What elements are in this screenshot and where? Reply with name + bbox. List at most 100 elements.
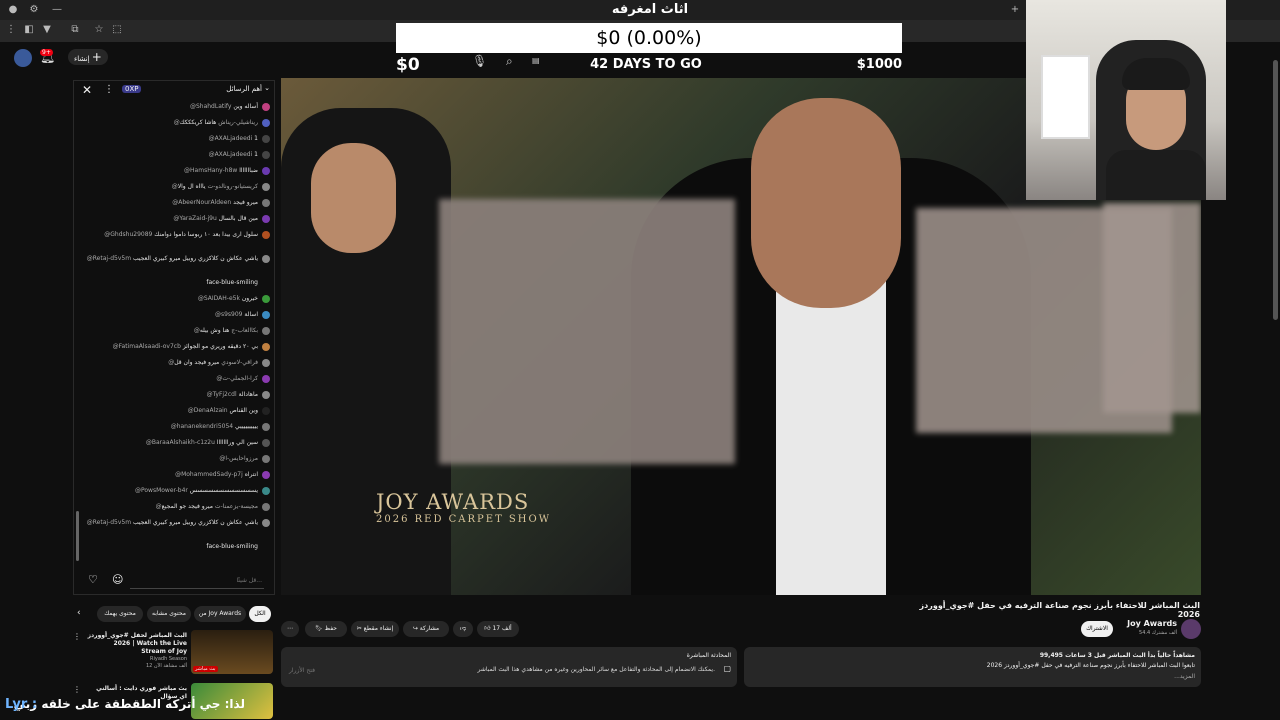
- channel-name[interactable]: Joy Awards: [1127, 619, 1177, 628]
- chat-author[interactable]: @HamsHany-h8w: [184, 167, 237, 174]
- chat-avatar[interactable]: [262, 151, 270, 159]
- window-icon[interactable]: ⬚: [110, 23, 124, 37]
- more-actions-button[interactable]: ⋯: [281, 621, 299, 637]
- chat-avatar[interactable]: [262, 215, 270, 223]
- chat-author[interactable]: @hananekendri5054: [171, 423, 233, 430]
- chat-avatar[interactable]: [262, 119, 270, 127]
- chat-avatar[interactable]: [262, 359, 270, 367]
- chat-avatar[interactable]: [262, 199, 270, 207]
- chat-scrollbar[interactable]: [76, 511, 79, 561]
- settings-icon[interactable]: ⚙: [27, 3, 41, 17]
- chat-text: ييييييييييي: [235, 423, 258, 430]
- chat-author[interactable]: @Retaj-d5v5m: [87, 519, 131, 526]
- recommended-title[interactable]: البث المباشر لحفل #جوي_أووردز 2026 | Wat…: [87, 632, 187, 656]
- chat-avatar[interactable]: [262, 103, 270, 111]
- like-button[interactable]: 👍︎ 17 ألف: [477, 621, 519, 637]
- chat-message: @فراقي-لاسودي ميرو فيجد وان قل: [74, 359, 270, 367]
- subscribe-button[interactable]: الاشتراك: [1081, 621, 1113, 637]
- new-tab-icon[interactable]: +: [1008, 3, 1022, 17]
- chat-message-body: @ريناشيلي-ريناش هاشا كريكككك: [174, 119, 258, 126]
- chat-mode-label[interactable]: أهم الرسائل: [226, 85, 262, 93]
- tab-from-channel[interactable]: من Joy Awards: [194, 606, 246, 622]
- recommended-item[interactable]: بث مباشر البث المباشر لحفل #جوي_أووردز 2…: [73, 630, 273, 674]
- page-scrollbar[interactable]: [1273, 60, 1278, 320]
- menu-icon[interactable]: ⋮: [4, 23, 18, 37]
- keyboard-icon[interactable]: ▤: [532, 56, 540, 65]
- chat-avatar[interactable]: [262, 487, 270, 495]
- chat-author[interactable]: @FatimaAlsaadi-ov7cb: [113, 343, 181, 350]
- description-more[interactable]: ...المزيد: [1174, 673, 1195, 680]
- chat-avatar[interactable]: [262, 255, 270, 263]
- tab-all[interactable]: الكل: [249, 606, 271, 622]
- dislike-button[interactable]: 👎︎: [453, 621, 473, 637]
- chat-avatar[interactable]: [262, 439, 270, 447]
- chat-input[interactable]: [130, 572, 264, 589]
- chat-author[interactable]: @BaraaAlshaikh-c1z2u: [146, 439, 215, 446]
- tab-for-you[interactable]: محتوى يهمك: [97, 606, 143, 622]
- search-icon[interactable]: ⌕: [506, 54, 513, 69]
- notification-badge: 9+: [40, 49, 53, 56]
- tab-icon[interactable]: ⧉: [68, 23, 82, 37]
- chat-avatar[interactable]: [262, 423, 270, 431]
- extension-icon[interactable]: ◧: [22, 23, 36, 37]
- mic-icon[interactable]: 🎙︎: [472, 54, 487, 68]
- chat-author[interactable]: @Ghdshu29089: [104, 231, 152, 238]
- tab-similar[interactable]: محتوى مشابه: [147, 606, 191, 622]
- chat-avatar[interactable]: [262, 471, 270, 479]
- more-icon[interactable]: ⋮: [104, 84, 114, 95]
- chevron-down-icon[interactable]: ⌄: [264, 84, 270, 92]
- save-button[interactable]: 🔖︎ حفظ: [305, 621, 347, 637]
- emoji-icon[interactable]: ☺: [112, 573, 123, 586]
- subscriber-count: 54.4 ألف مشترك: [1139, 630, 1177, 636]
- chat-author[interactable]: @AXALjadeedi: [209, 135, 253, 142]
- minimize-icon[interactable]: —: [50, 3, 64, 17]
- app-icon[interactable]: ●: [6, 3, 20, 17]
- extension-icon[interactable]: ▼: [40, 23, 54, 37]
- chat-avatar[interactable]: [262, 311, 270, 319]
- chat-author[interactable]: @SAIDAH-e5k: [198, 295, 240, 302]
- goal-max: $1000: [856, 57, 902, 72]
- chat-author[interactable]: @TyFj2cdl: [207, 391, 237, 398]
- close-icon[interactable]: ✕: [82, 83, 92, 97]
- heart-icon[interactable]: ♡: [88, 573, 98, 586]
- more-icon[interactable]: ⋮: [73, 685, 81, 694]
- chat-author[interactable]: @DenaAlzain: [188, 407, 228, 414]
- live-chat-button[interactable]: فتح الأزرار: [287, 665, 317, 677]
- more-icon[interactable]: ⋮: [73, 632, 81, 641]
- clip-button[interactable]: ✂ إنشاء مقطع: [351, 621, 399, 637]
- chat-author[interactable]: @مرزواحايس-ا: [219, 455, 258, 462]
- recommended-channel[interactable]: Riyadh Season: [87, 656, 187, 662]
- more-icon: ⋯: [287, 625, 293, 632]
- chat-avatar[interactable]: [262, 407, 270, 415]
- chat-avatar[interactable]: [262, 343, 270, 351]
- chat-avatar[interactable]: [262, 455, 270, 463]
- share-button[interactable]: ↪ مشاركة: [403, 621, 449, 637]
- chat-author[interactable]: @Retaj-d5v5m: [87, 255, 131, 262]
- chat-avatar[interactable]: [262, 183, 270, 191]
- chevron-left-icon[interactable]: ‹: [77, 608, 81, 618]
- chat-avatar[interactable]: [262, 231, 270, 239]
- create-button[interactable]: إنشاء +: [68, 49, 108, 65]
- channel-avatar[interactable]: [1181, 619, 1201, 639]
- chat-avatar[interactable]: [262, 375, 270, 383]
- avatar[interactable]: [14, 49, 32, 67]
- star-icon[interactable]: ☆: [92, 23, 106, 37]
- chat-author[interactable]: @s9s909: [215, 311, 243, 318]
- chat-author[interactable]: @MohammedSady-p7j: [175, 471, 243, 478]
- chat-avatar[interactable]: [262, 519, 270, 527]
- chat-avatar[interactable]: [262, 295, 270, 303]
- chat-author[interactable]: @YaraZaid-j9u: [173, 215, 216, 222]
- chat-message: @DenaAlzain وين القناص: [74, 407, 270, 415]
- chat-avatar[interactable]: [262, 327, 270, 335]
- chat-author[interactable]: @ShahdLatify: [190, 103, 232, 110]
- video-thumbnail[interactable]: بث مباشر: [191, 630, 273, 674]
- chat-author[interactable]: @كرا-الجملي-ت: [216, 375, 258, 382]
- chat-avatar[interactable]: [262, 135, 270, 143]
- chat-avatar[interactable]: [262, 167, 270, 175]
- chat-avatar[interactable]: [262, 503, 270, 511]
- chat-avatar[interactable]: [262, 391, 270, 399]
- video-description[interactable]: 99,495 مشاهداً حالياً بدأ البث المباشر ق…: [744, 647, 1201, 687]
- chat-author[interactable]: @PowsMower-b4r: [135, 487, 188, 494]
- chat-author[interactable]: @AXALjadeedi: [209, 151, 253, 158]
- chat-author[interactable]: @AbeerNourAldeen: [172, 199, 231, 206]
